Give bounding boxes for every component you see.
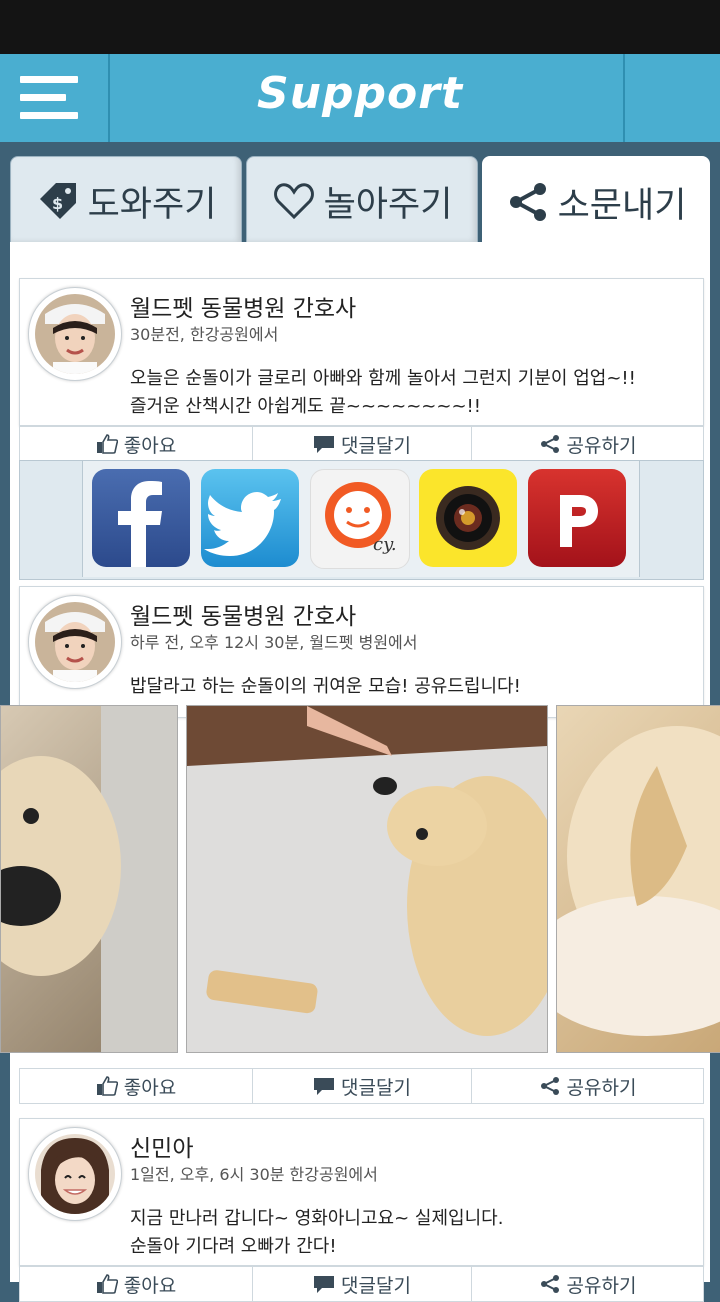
share-icon-row: cy.: [82, 461, 640, 577]
photo-carousel[interactable]: [0, 705, 720, 1053]
dog-photo[interactable]: [0, 705, 178, 1053]
tab-share[interactable]: 소문내기: [482, 156, 710, 248]
share-button[interactable]: 공유하기: [472, 1267, 703, 1301]
post-author[interactable]: 신민아: [130, 1129, 193, 1163]
status-bar: [0, 0, 720, 54]
post-author[interactable]: 월드펫 동물병원 간호사: [130, 597, 356, 631]
thumbs-up-icon: [96, 1076, 118, 1096]
post-actions: 좋아요 댓글달기 공유하기: [19, 1068, 704, 1104]
comment-label: 댓글달기: [341, 1274, 411, 1297]
share-label: 공유하기: [566, 434, 637, 457]
topbar-right-cell: [623, 54, 720, 142]
svg-text:cy.: cy.: [373, 534, 397, 555]
nurse-photo: [35, 602, 115, 682]
share-button[interactable]: 공유하기: [472, 427, 703, 461]
post-meta: 1일전, 오후, 6시 30분 한강공원에서: [130, 1165, 378, 1184]
post-card: 월드펫 동물병원 간호사 30분전, 한강공원에서 오늘은 순돌이가 글로리 아…: [19, 278, 704, 426]
like-label: 좋아요: [123, 434, 177, 457]
share-label: 공유하기: [566, 1274, 637, 1297]
share-icon: [540, 1077, 559, 1095]
share-button[interactable]: 공유하기: [472, 1069, 703, 1103]
post-body: 오늘은 순돌이가 글로리 아빠와 함께 놀아서 그런지 기분이 업업~!! 즐거…: [130, 368, 636, 417]
tab-help[interactable]: $ 도와주기: [10, 156, 242, 246]
comment-button[interactable]: 댓글달기: [253, 1069, 472, 1103]
avatar[interactable]: [28, 287, 122, 381]
heart-icon: [273, 183, 314, 220]
post-meta: 30분전, 한강공원에서: [130, 325, 279, 344]
like-button[interactable]: 좋아요: [20, 1069, 253, 1103]
camera-app-icon[interactable]: [419, 469, 517, 567]
post-actions: 좋아요 댓글달기 공유하기: [19, 426, 704, 462]
post-meta: 하루 전, 오후 12시 30분, 월드펫 병원에서: [130, 633, 418, 652]
speech-bubble-icon: [314, 1276, 335, 1293]
post-body: 밥달라고 하는 순돌이의 귀여운 모습! 공유드립니다!: [130, 676, 521, 697]
share-panel: cy.: [19, 460, 704, 580]
like-button[interactable]: 좋아요: [20, 427, 253, 461]
comment-label: 댓글달기: [341, 1076, 411, 1099]
dog-photo[interactable]: [186, 705, 548, 1053]
top-bar: Support: [0, 54, 720, 142]
comment-button[interactable]: 댓글달기: [253, 1267, 472, 1301]
comment-label: 댓글달기: [341, 434, 411, 457]
post-author[interactable]: 월드펫 동물병원 간호사: [130, 289, 356, 323]
speech-bubble-icon: [314, 436, 335, 453]
dog-photo[interactable]: [556, 705, 720, 1053]
thumbs-up-icon: [96, 434, 118, 454]
like-label: 좋아요: [123, 1076, 177, 1099]
share-icon: [540, 1275, 559, 1293]
share-icon: [509, 183, 546, 221]
facebook-icon[interactable]: [92, 469, 190, 567]
avatar[interactable]: [28, 1127, 122, 1221]
post-actions: 좋아요 댓글달기 공유하기: [19, 1266, 704, 1302]
tab-bar: $ 도와주기 놀아주기 소문내기: [10, 156, 710, 248]
share-icon: [540, 435, 559, 453]
tab-play[interactable]: 놀아주기: [246, 156, 478, 246]
post-card: 신민아 1일전, 오후, 6시 30분 한강공원에서 지금 만나러 갑니다~ 영…: [19, 1118, 704, 1266]
path-icon[interactable]: [528, 469, 626, 567]
price-tag-icon: $: [39, 183, 76, 219]
post-card: 월드펫 동물병원 간호사 하루 전, 오후 12시 30분, 월드펫 병원에서 …: [19, 586, 704, 718]
speech-bubble-icon: [314, 1078, 335, 1095]
avatar[interactable]: [28, 595, 122, 689]
tab-share-label: 소문내기: [557, 185, 687, 226]
like-button[interactable]: 좋아요: [20, 1267, 253, 1301]
user-photo: [35, 1134, 115, 1214]
tab-play-label: 놀아주기: [323, 184, 453, 225]
share-label: 공유하기: [566, 1076, 637, 1099]
comment-button[interactable]: 댓글달기: [253, 427, 472, 461]
tab-help-label: 도와주기: [87, 184, 217, 225]
app-logo: Support: [257, 68, 463, 119]
feed: 월드펫 동물병원 간호사 30분전, 한강공원에서 오늘은 순돌이가 글로리 아…: [0, 242, 720, 1302]
svg-text:$: $: [52, 194, 63, 213]
cyworld-icon[interactable]: cy.: [310, 469, 410, 569]
post-body: 지금 만나러 갑니다~ 영화아니고요~ 실제입니다. 순돌아 기다려 오빠가 간…: [130, 1208, 504, 1257]
twitter-icon[interactable]: [201, 469, 299, 567]
like-label: 좋아요: [123, 1274, 177, 1297]
nurse-photo: [35, 294, 115, 374]
thumbs-up-icon: [96, 1274, 118, 1294]
